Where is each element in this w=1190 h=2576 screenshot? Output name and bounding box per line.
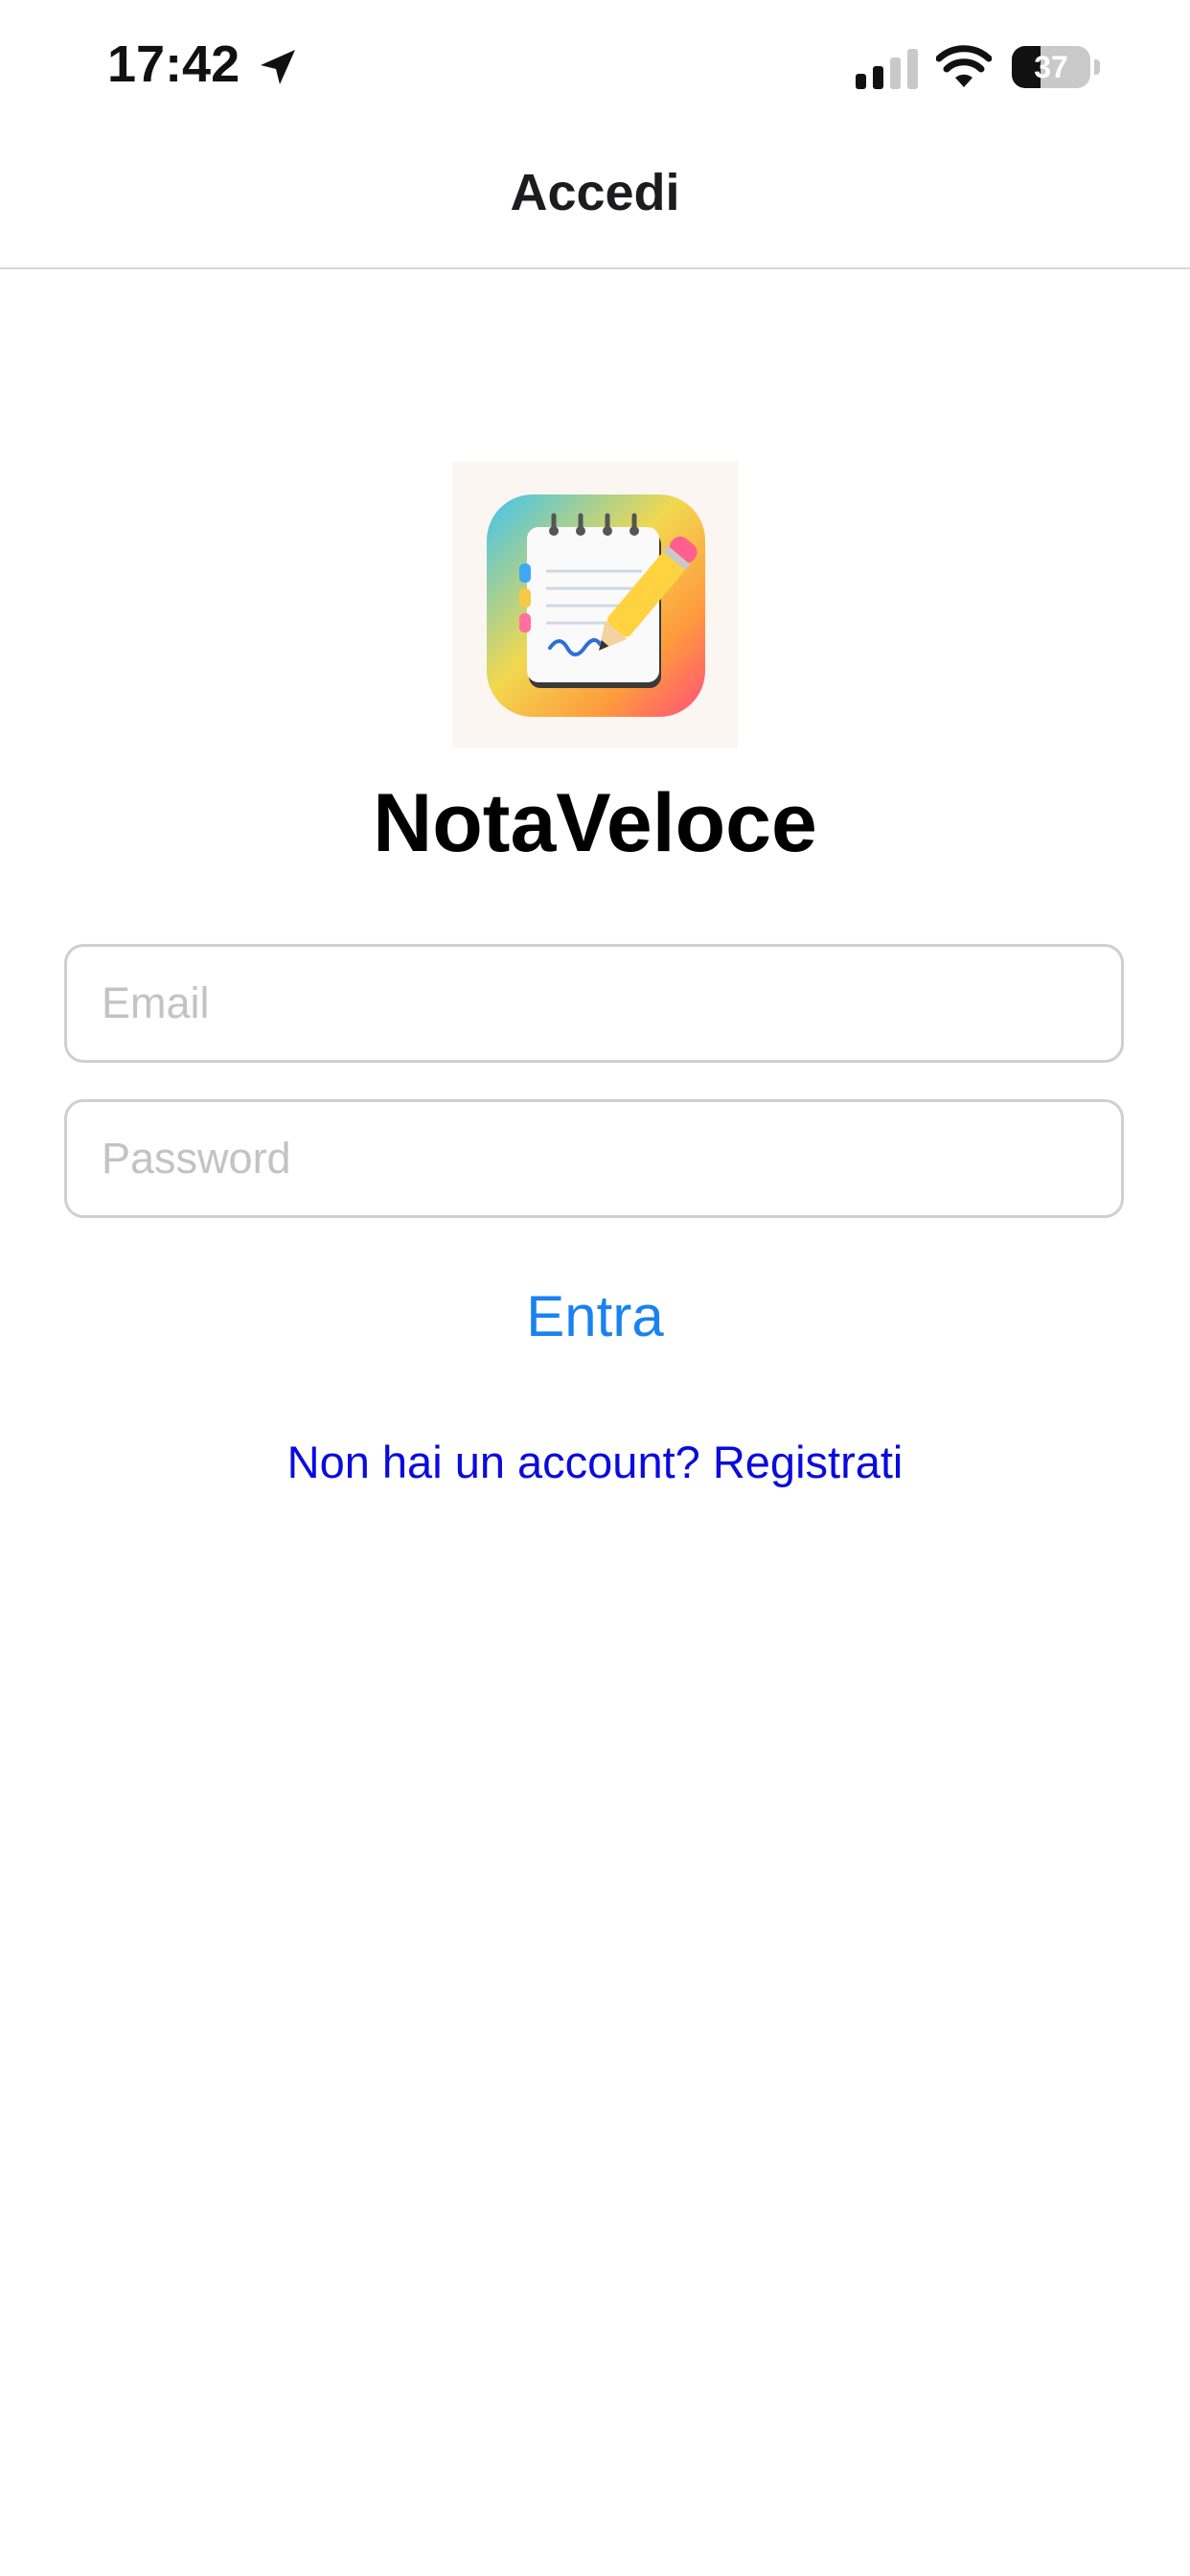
app-name: NotaVeloce — [373, 777, 817, 869]
login-button[interactable]: Entra — [403, 1273, 787, 1359]
password-field[interactable] — [64, 1099, 1124, 1218]
navigation-bar: Accedi — [0, 134, 1190, 269]
battery-level: 37 — [1034, 50, 1068, 84]
location-arrow-icon — [261, 50, 295, 84]
status-time: 17:42 — [107, 35, 240, 93]
wifi-icon — [936, 45, 992, 87]
notepad-pencil-icon — [487, 494, 705, 717]
battery-icon: 37 — [1012, 46, 1100, 90]
page-title: Accedi — [510, 164, 680, 221]
password-input[interactable] — [67, 1102, 1121, 1215]
register-link[interactable]: Non hai un account? Registrati — [0, 1436, 1190, 1488]
app-logo — [452, 462, 738, 748]
cellular-signal-icon — [856, 49, 918, 89]
email-field[interactable] — [64, 944, 1124, 1063]
status-bar: 17:42 37 — [0, 0, 1190, 134]
email-input[interactable] — [67, 947, 1121, 1060]
